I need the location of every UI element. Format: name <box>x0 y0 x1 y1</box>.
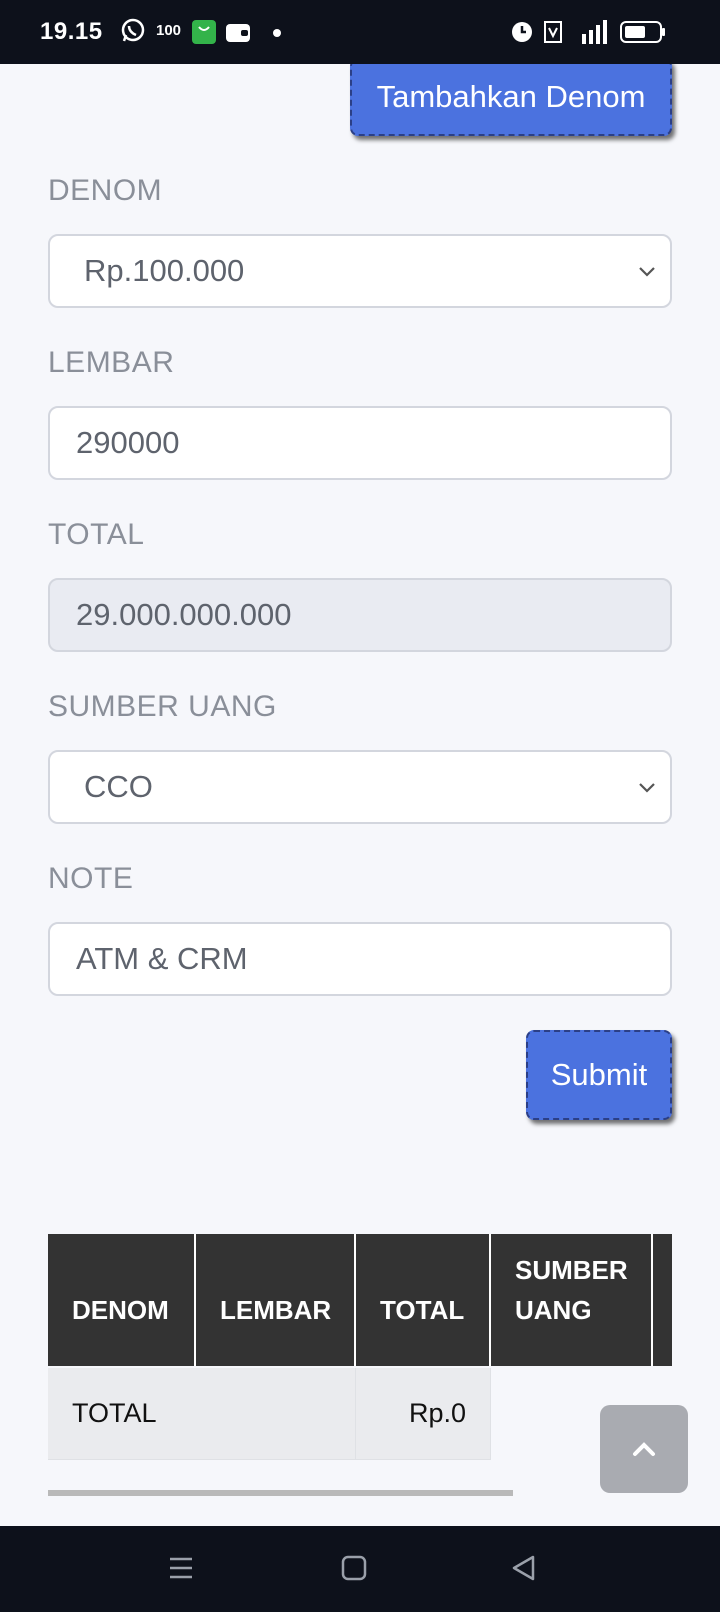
form-page: Tambahkan Denom DENOM Rp.100.000 LEMBAR … <box>0 64 720 1496</box>
back-to-top-button[interactable] <box>600 1405 688 1493</box>
table-header-lembar: LEMBAR <box>196 1234 356 1366</box>
submit-button[interactable]: Submit <box>526 1030 672 1120</box>
note-input[interactable]: ATM & CRM <box>48 922 672 996</box>
note-label: NOTE <box>48 862 134 895</box>
denom-table: DENOM LEMBAR TOTAL SUMBER UANG TOTAL Rp.… <box>48 1234 672 1474</box>
shopping-app-icon <box>192 20 216 44</box>
menu-icon[interactable] <box>167 1554 195 1582</box>
total-field: 29.000.000.000 <box>48 578 672 652</box>
total-label: TOTAL <box>48 518 145 551</box>
home-icon[interactable] <box>340 1554 368 1582</box>
sumber-uang-select[interactable]: CCO <box>48 750 672 824</box>
back-icon[interactable] <box>510 1554 538 1582</box>
volte-icon <box>544 21 562 43</box>
add-denom-button[interactable]: Tambahkan Denom <box>350 64 672 136</box>
denom-select[interactable]: Rp.100.000 <box>48 234 672 308</box>
system-nav-bar <box>0 1526 720 1612</box>
sumber-uang-select-value: CCO <box>84 769 153 804</box>
denom-select-value: Rp.100.000 <box>84 253 245 288</box>
battery-saver-icon: 100 <box>156 22 182 39</box>
chevron-up-icon <box>633 1442 655 1456</box>
sumber-uang-label: SUMBER UANG <box>48 690 277 723</box>
alarm-icon <box>512 22 532 42</box>
table-header-denom: DENOM <box>48 1234 196 1366</box>
battery-icon <box>620 21 665 43</box>
notification-dot-icon <box>273 29 281 37</box>
status-bar: 19.15 100 <box>0 0 720 64</box>
table-header-more <box>653 1234 672 1366</box>
table-header-total: TOTAL <box>356 1234 491 1366</box>
signal-4g-icon <box>582 20 607 44</box>
table-header-sumber-uang: SUMBER UANG <box>491 1234 653 1366</box>
wallet-icon <box>226 24 250 42</box>
table-horizontal-scrollbar[interactable] <box>48 1490 513 1496</box>
status-time: 19.15 <box>40 18 103 45</box>
table-total-value: Rp.0 <box>356 1368 491 1460</box>
table-total-label: TOTAL <box>48 1368 356 1460</box>
lembar-label: LEMBAR <box>48 346 175 379</box>
denom-label: DENOM <box>48 174 163 207</box>
chevron-down-icon <box>639 267 655 277</box>
whatsapp-icon <box>121 18 145 42</box>
chevron-down-icon <box>639 783 655 793</box>
lembar-input[interactable]: 290000 <box>48 406 672 480</box>
